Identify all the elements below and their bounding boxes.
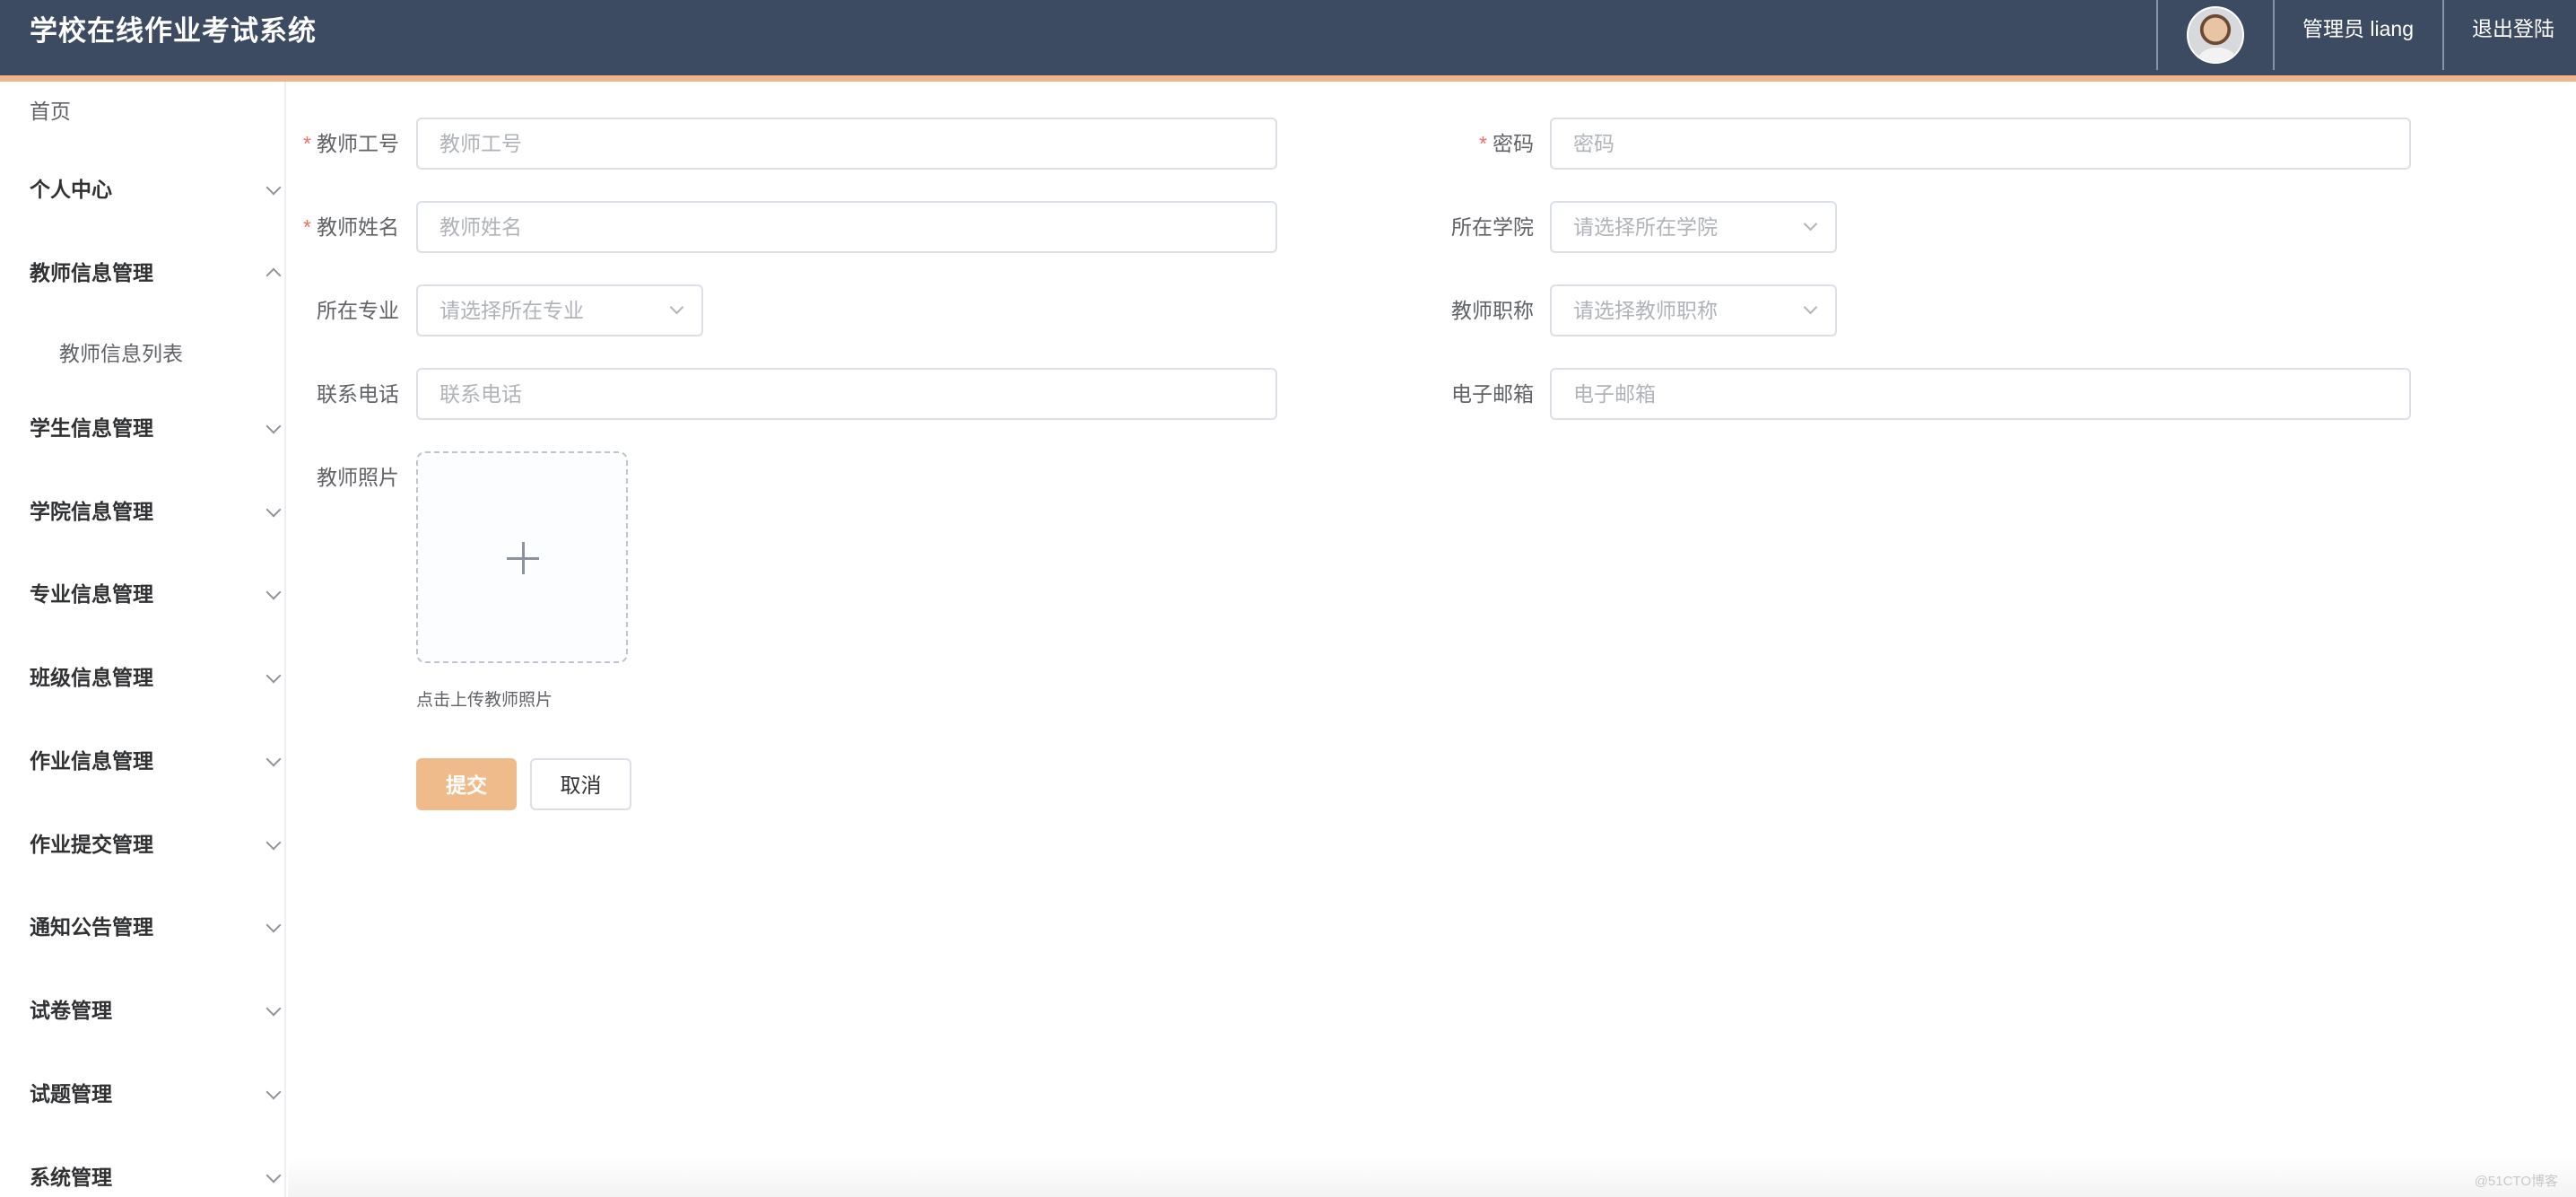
header-divider [2442,0,2444,70]
header-divider [2156,0,2158,70]
required-mark: * [303,132,311,155]
bottom-shadow [288,1158,2576,1197]
chevron-down-icon [265,502,282,518]
sidebar-menu: 首页 个人中心 教师信息管理 教师信息列表 学生信息管理 学院信息管理 专业信息… [0,82,286,1197]
sidebar-item-label: 班级信息管理 [30,666,153,689]
required-mark: * [303,215,311,239]
chevron-down-icon [265,584,282,600]
header-divider [2273,0,2275,70]
current-user-label: 管理员 liang [2302,17,2414,40]
sidebar-item-question-management[interactable]: 试题管理 [30,1071,282,1116]
major-label: 所在专业 [317,299,399,322]
chevron-up-icon [265,267,282,284]
app-title: 学校在线作业考试系统 [30,15,317,47]
sidebar-item-label: 专业信息管理 [30,582,153,606]
sidebar-item-teacher-management[interactable]: 教师信息管理 [30,250,282,295]
chevron-down-icon [265,1084,282,1100]
required-mark: * [1479,132,1487,155]
major-select[interactable]: 请选择所在专业 [416,284,703,336]
sidebar-item-notice-management[interactable]: 通知公告管理 [30,904,282,949]
sidebar-item-label: 作业信息管理 [30,749,153,773]
phone-input[interactable]: 联系电话 [416,368,1277,420]
teacher-id-input[interactable]: 教师工号 [416,118,1277,170]
upload-tip: 点击上传教师照片 [416,691,553,710]
sidebar-item-major-management[interactable]: 专业信息管理 [30,572,282,616]
password-input[interactable]: 密码 [1550,118,2411,170]
watermark: @51CTO博客 [2474,1174,2558,1189]
chevron-down-icon [669,300,684,315]
sidebar-item-paper-management[interactable]: 试卷管理 [30,988,282,1033]
sidebar-item-label: 学院信息管理 [30,500,153,523]
sidebar-item-system-management[interactable]: 系统管理 [30,1155,282,1197]
sidebar-item-student-management[interactable]: 学生信息管理 [30,406,282,450]
password-label: * 密码 [1479,132,1534,155]
teacher-name-input[interactable]: 教师姓名 [416,201,1277,253]
chevron-down-icon [265,834,282,851]
email-label: 电子邮箱 [1451,382,1534,406]
sidebar-item-label: 作业提交管理 [30,833,153,856]
college-select-placeholder: 请选择所在学院 [1573,215,1718,239]
sidebar-subitem-teacher-list[interactable]: 教师信息列表 [59,336,183,367]
title-select-placeholder: 请选择教师职称 [1573,299,1718,322]
chevron-down-icon [265,179,282,196]
user-avatar[interactable] [2187,6,2244,64]
title-select[interactable]: 请选择教师职称 [1550,284,1837,336]
sidebar-item-college-management[interactable]: 学院信息管理 [30,489,282,534]
college-label: 所在学院 [1451,215,1534,239]
title-label: 教师职称 [1451,299,1534,322]
submit-button[interactable]: 提交 [416,758,517,810]
chevron-down-icon [1803,216,1818,232]
sidebar-item-label: 试题管理 [30,1082,112,1105]
major-select-placeholder: 请选择所在专业 [439,299,584,322]
photo-label: 教师照片 [317,466,399,489]
chevron-down-icon [265,1000,282,1017]
chevron-down-icon [265,751,282,767]
sidebar-item-homework-management[interactable]: 作业信息管理 [30,738,282,783]
sidebar-item-label: 个人中心 [30,178,112,201]
sidebar-item-label: 学生信息管理 [30,416,153,440]
sidebar-item-label: 系统管理 [30,1166,112,1189]
chevron-down-icon [265,418,282,434]
sidebar-item-home[interactable]: 首页 [30,94,71,125]
header-accent-bar [0,75,2576,82]
photo-upload-area[interactable] [416,451,628,663]
teacher-id-label: * 教师工号 [303,132,399,155]
top-header: 学校在线作业考试系统 管理员 liang 退出登陆 [0,0,2576,75]
cancel-button[interactable]: 取消 [530,758,631,810]
chevron-down-icon [265,1167,282,1184]
chevron-down-icon [265,917,282,933]
sidebar-item-personal-center[interactable]: 个人中心 [30,167,282,212]
college-select[interactable]: 请选择所在学院 [1550,201,1837,253]
sidebar-item-class-management[interactable]: 班级信息管理 [30,655,282,700]
logout-button[interactable]: 退出登陆 [2472,0,2554,63]
sidebar-item-label: 通知公告管理 [30,915,153,939]
email-input[interactable]: 电子邮箱 [1550,368,2411,420]
phone-label: 联系电话 [317,382,399,406]
chevron-down-icon [265,668,282,684]
chevron-down-icon [1803,300,1818,315]
sidebar-item-label: 教师信息管理 [30,261,153,284]
sidebar-item-label: 试卷管理 [30,999,112,1022]
sidebar-item-submission-management[interactable]: 作业提交管理 [30,822,282,867]
teacher-name-label: * 教师姓名 [303,215,399,239]
